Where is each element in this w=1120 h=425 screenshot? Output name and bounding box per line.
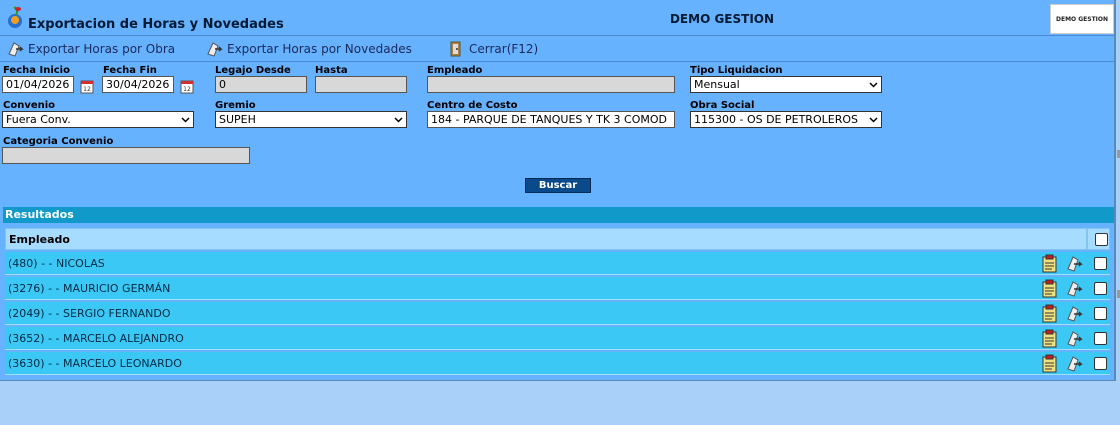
export-novedades-label: Exportar Horas por Novedades (227, 42, 412, 56)
close-button[interactable]: Cerrar(F12) (447, 40, 538, 58)
export-icon[interactable] (1065, 279, 1083, 298)
hasta-field[interactable] (315, 76, 407, 93)
results-title: Resultados (3, 207, 1114, 223)
convenio-select[interactable]: Fuera Conv. (2, 111, 194, 128)
table-row: (2049) - - SERGIO FERNANDO (5, 302, 1110, 325)
fecha-inicio-label: Fecha Inicio (3, 65, 70, 76)
company-name: DEMO GESTION (669, 12, 775, 26)
employee-name: (2049) - - SERGIO FERNANDO (8, 307, 171, 320)
empleado-field[interactable] (427, 76, 675, 93)
obra-social-value: 115300 - OS DE PETROLEROS (694, 113, 858, 126)
export-icon[interactable] (1065, 254, 1083, 273)
export-obra-button[interactable]: Exportar Horas por Obra (6, 40, 175, 58)
export-icon[interactable] (1065, 304, 1083, 323)
select-all-checkbox[interactable] (1095, 233, 1108, 246)
legajo-desde-field[interactable]: 0 (215, 76, 307, 93)
company-logo: DEMO GESTION (1050, 4, 1114, 34)
employee-name: (480) - - NICOLAS (8, 257, 105, 270)
chevron-down-icon (181, 117, 190, 123)
centro-costo-label: Centro de Costo (427, 100, 518, 111)
categoria-convenio-field[interactable] (2, 147, 250, 164)
tipo-liquidacion-label: Tipo Liquidacion (690, 65, 783, 76)
table-row: (3630) - - MARCELO LEONARDO (5, 352, 1110, 375)
export-icon[interactable] (1065, 354, 1083, 373)
title-bar: Exportacion de Horas y Novedades DEMO GE… (0, 0, 1116, 36)
export-obra-label: Exportar Horas por Obra (28, 42, 176, 56)
hasta-label: Hasta (315, 65, 348, 76)
column-divider (1086, 229, 1088, 249)
clipboard-report-icon[interactable] (1040, 279, 1059, 298)
fecha-fin-calendar-icon[interactable]: 12 (178, 77, 196, 95)
chevron-down-icon (869, 82, 878, 88)
row-checkbox[interactable] (1094, 282, 1107, 295)
clipboard-report-icon[interactable] (1040, 254, 1059, 273)
empleado-label: Empleado (427, 65, 483, 76)
row-checkbox[interactable] (1094, 307, 1107, 320)
results-column-header: Empleado (5, 228, 1110, 250)
gremio-label: Gremio (215, 100, 256, 111)
fecha-fin-field[interactable]: 30/04/2026 (102, 76, 174, 93)
clipboard-report-icon[interactable] (1040, 329, 1059, 348)
toolbar: Exportar Horas por Obra Exportar Horas p… (0, 37, 1116, 62)
results-panel: Resultados Empleado (480) - - NICOLAS (3… (3, 207, 1114, 380)
empleado-column-header: Empleado (9, 233, 70, 246)
employee-name: (3276) - - MAURICIO GERMÁN (8, 282, 171, 295)
row-checkbox[interactable] (1094, 332, 1107, 345)
tipo-liquidacion-value: Mensual (694, 78, 740, 91)
employee-name: (3652) - - MARCELO ALEJANDRO (8, 332, 184, 345)
categoria-convenio-label: Categoria Convenio (3, 136, 114, 147)
gremio-select[interactable]: SUPEH (215, 111, 407, 128)
table-row: (3652) - - MARCELO ALEJANDRO (5, 327, 1110, 350)
convenio-value: Fuera Conv. (6, 113, 71, 126)
export-novedades-icon (207, 42, 223, 57)
close-label: Cerrar(F12) (469, 42, 539, 56)
fecha-inicio-calendar-icon[interactable]: 12 (78, 77, 96, 95)
table-row: (480) - - NICOLAS (5, 252, 1110, 275)
gremio-value: SUPEH (219, 113, 256, 126)
tipo-liquidacion-select[interactable]: Mensual (690, 76, 882, 93)
obra-social-select[interactable]: 115300 - OS DE PETROLEROS (690, 111, 882, 128)
chevron-down-icon (394, 117, 403, 123)
export-novedades-button[interactable]: Exportar Horas por Novedades (205, 40, 412, 58)
clipboard-report-icon[interactable] (1040, 304, 1059, 323)
export-obra-icon (8, 42, 24, 57)
convenio-label: Convenio (3, 100, 56, 111)
main-frame: Exportacion de Horas y Novedades DEMO GE… (0, 0, 1116, 381)
fecha-inicio-field[interactable]: 01/04/2026 (2, 76, 74, 93)
table-row: (3276) - - MAURICIO GERMÁN (5, 277, 1110, 300)
clipboard-report-icon[interactable] (1040, 354, 1059, 373)
centro-costo-field[interactable]: 184 - PARQUE DE TANQUES Y TK 3 COMOD (427, 111, 675, 128)
door-exit-icon (450, 41, 461, 57)
row-checkbox[interactable] (1094, 257, 1107, 270)
fecha-fin-label: Fecha Fin (103, 65, 157, 76)
buscar-button[interactable]: Buscar (525, 178, 591, 193)
row-checkbox[interactable] (1094, 357, 1107, 370)
chevron-down-icon (869, 117, 878, 123)
legajo-desde-label: Legajo Desde (215, 65, 291, 76)
export-icon[interactable] (1065, 329, 1083, 348)
employee-name: (3630) - - MARCELO LEONARDO (8, 357, 182, 370)
svg-text:12: 12 (83, 86, 91, 93)
svg-text:12: 12 (183, 86, 191, 93)
obra-social-label: Obra Social (690, 100, 755, 111)
